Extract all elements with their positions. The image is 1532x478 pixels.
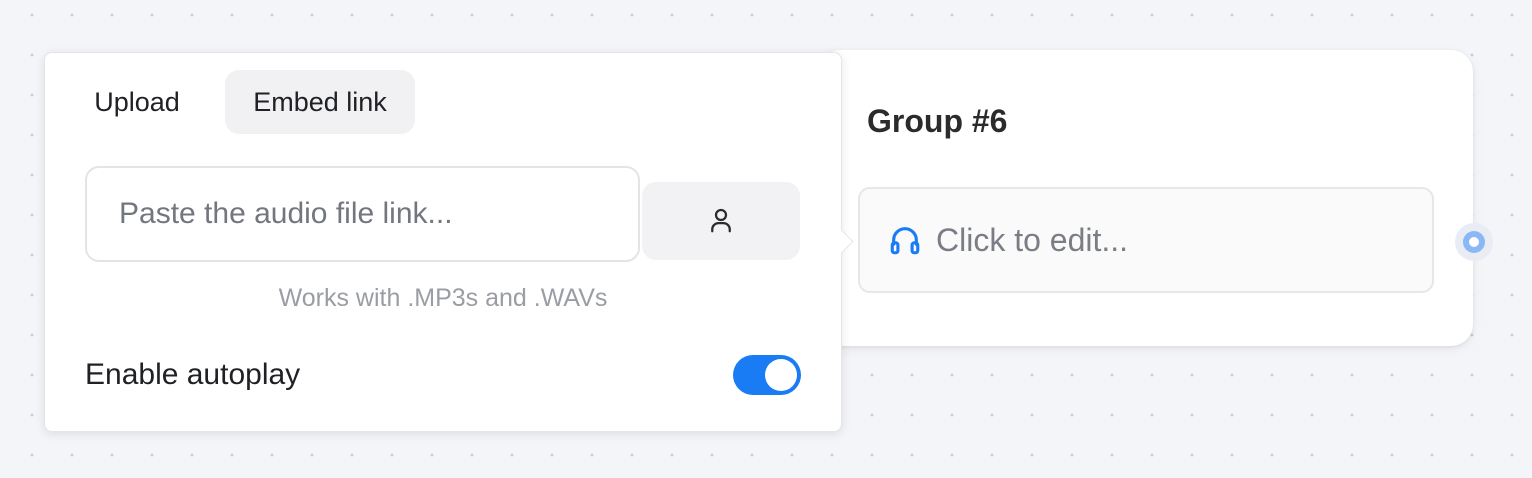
audio-block[interactable]: Click to edit...: [858, 187, 1434, 293]
connection-handle-ring: [1463, 231, 1485, 253]
headphones-icon: [888, 223, 922, 257]
format-hint: Works with .MP3s and .WAVs: [278, 284, 608, 312]
user-button[interactable]: [642, 182, 800, 260]
group-title: Group #6: [867, 103, 1008, 139]
user-icon: [706, 205, 736, 238]
audio-link-input[interactable]: [85, 166, 640, 262]
autoplay-toggle[interactable]: [733, 355, 801, 395]
connection-handle[interactable]: [1455, 223, 1493, 261]
autoplay-label: Enable autoplay: [85, 358, 301, 391]
audio-block-placeholder: Click to edit...: [936, 221, 1129, 258]
connection-handle-core: [1469, 237, 1479, 247]
group-card[interactable]: Group #6 Click to edit...: [818, 50, 1473, 346]
tab-upload[interactable]: Upload: [67, 70, 207, 134]
tab-embed-link[interactable]: Embed link: [225, 70, 415, 134]
autoplay-toggle-knob: [765, 359, 797, 391]
audio-embed-popover: Upload Embed link Works with .MP3s and .…: [44, 52, 854, 432]
